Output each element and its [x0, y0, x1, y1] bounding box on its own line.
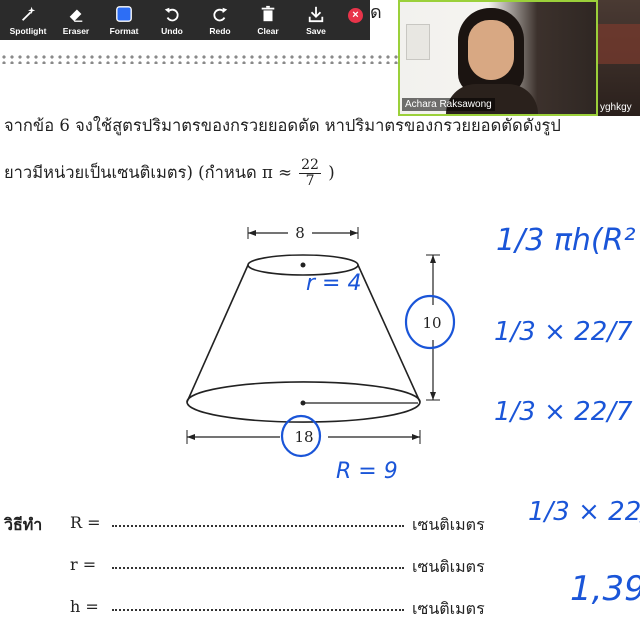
h-variable: h = — [70, 597, 99, 616]
bottom-center-point — [300, 400, 306, 406]
top-diameter-label: 8 — [295, 224, 305, 242]
solution-row-R: วิธีทำ R = เซนติเมตร — [0, 513, 520, 537]
formula-step-2: 1/3 × 22/7 × 10 (9 — [494, 317, 640, 347]
result-partial: 1,39 — [570, 569, 640, 609]
R-variable: R = — [70, 513, 101, 532]
formula-step-1: 1/3 πh(R² — [496, 223, 635, 258]
formula-step-3: 1/3 × 22/7 × 10 ( — [494, 397, 640, 427]
h-answer-line[interactable] — [112, 609, 404, 611]
formula-step-4: 1/3 × 22/7 × 1 — [528, 497, 640, 527]
top-diameter-dimension: 8 — [247, 224, 359, 242]
frustum-figure: 8 10 18 r = 4 R = 9 1/3 πh(R² 1/3 × 22/7… — [186, 223, 640, 609]
R-unit: เซนติเมตร — [412, 515, 485, 534]
R-answer-line[interactable] — [112, 525, 404, 527]
height-label: 10 — [422, 314, 441, 332]
frustum-shape — [186, 254, 421, 423]
h-unit: เซนติเมตร — [412, 599, 485, 618]
solution-row-h: h = เซนติเมตร — [0, 597, 520, 621]
top-center-point — [300, 262, 306, 268]
R-annotation: R = 9 — [336, 459, 398, 484]
handwritten-text: r = 4 R = 9 1/3 πh(R² 1/3 × 22/7 × 10 (9… — [306, 223, 640, 609]
r-answer-line[interactable] — [112, 567, 404, 569]
solution-label: วิธีทำ — [4, 515, 43, 534]
bottom-diameter-dimension: 18 — [186, 428, 421, 446]
r-annotation: r = 4 — [306, 271, 361, 296]
r-variable: r = — [70, 555, 97, 574]
r-unit: เซนติเมตร — [412, 557, 485, 576]
bottom-diameter-label: 18 — [294, 428, 313, 446]
height-dimension: 10 — [422, 254, 442, 401]
solution-row-r: r = เซนติเมตร — [0, 555, 520, 579]
